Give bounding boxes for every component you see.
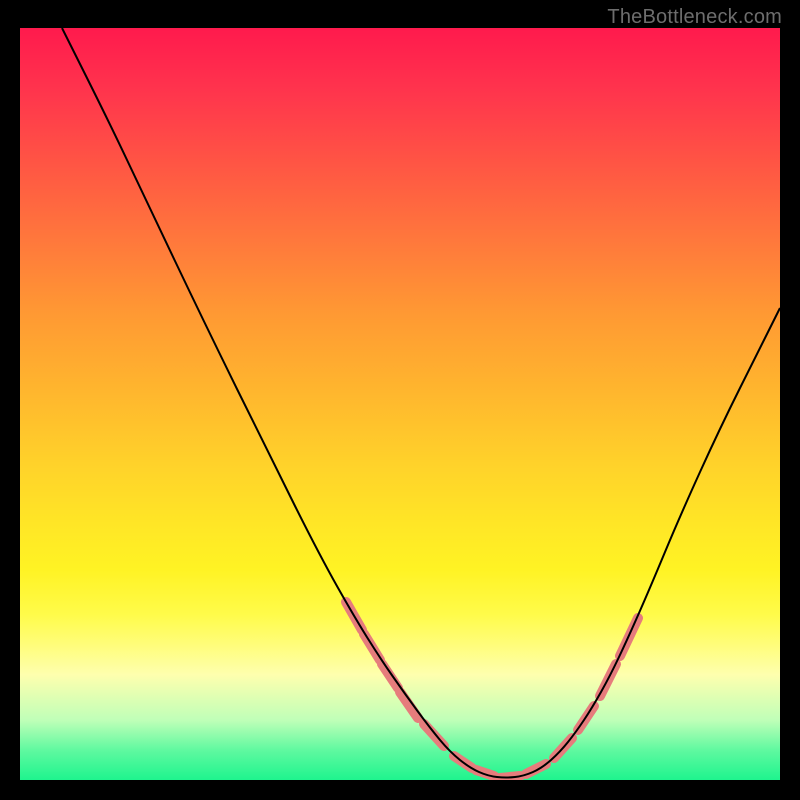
- highlight-segment: [400, 692, 418, 718]
- plot-area: [20, 28, 780, 780]
- curve-svg: [20, 28, 780, 780]
- highlight-segment: [382, 664, 398, 688]
- bottleneck-curve: [62, 28, 780, 778]
- highlight-group: [346, 602, 638, 778]
- chart-frame: TheBottleneck.com: [0, 0, 800, 800]
- watermark-text: TheBottleneck.com: [607, 6, 782, 29]
